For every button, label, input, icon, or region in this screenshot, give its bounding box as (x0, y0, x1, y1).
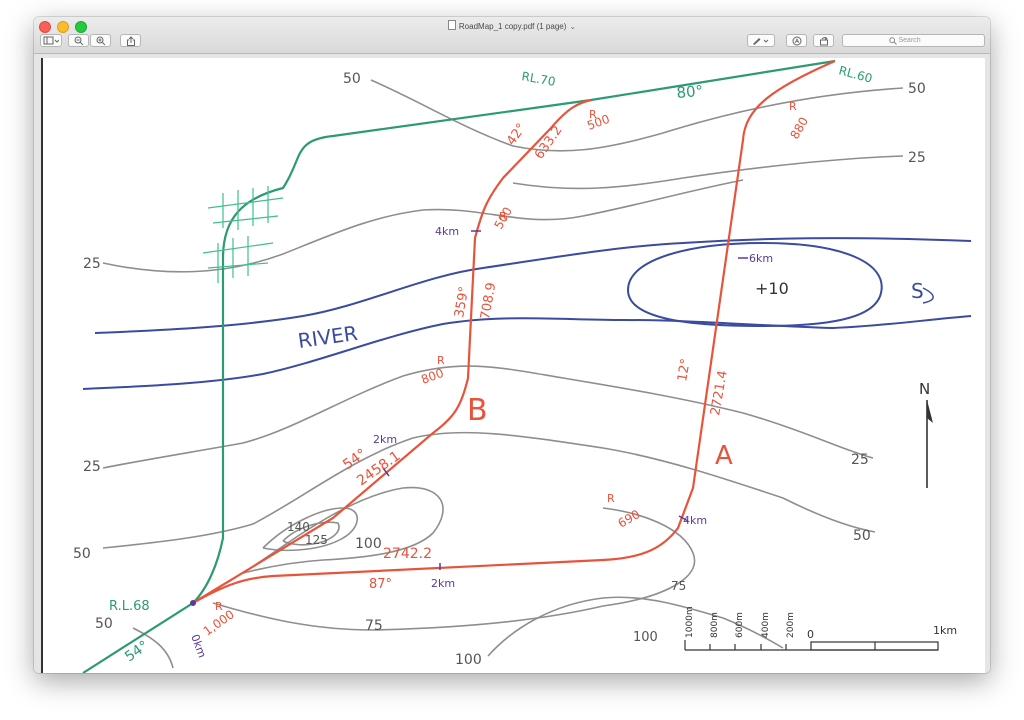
search-field[interactable] (842, 34, 985, 47)
angle-label: 87° (369, 577, 392, 592)
contour-label: 100 (455, 652, 482, 668)
scale-tick-label: 1000m (685, 606, 695, 638)
contour-label: 25 (83, 459, 101, 475)
contour-75-bottom (212, 602, 604, 631)
island-label: +10 (755, 279, 789, 298)
river (82, 237, 972, 390)
window-title[interactable]: RoadMap_1 copy.pdf (1 page) ⌄ (34, 20, 990, 31)
radius-label: 500 (491, 205, 515, 232)
start-point (190, 600, 196, 606)
scale-end-label: 1km (933, 624, 957, 637)
share-button[interactable] (120, 34, 141, 47)
radius-label: R (607, 492, 615, 505)
contour-label: 50 (343, 71, 361, 87)
reduced-level-label: RL.70 (520, 69, 556, 89)
km-label: 4km (435, 225, 459, 238)
pdf-page: N 50 50 25 25 25 25 50 50 50 140 125 100… (41, 58, 985, 673)
contour-25-left (102, 179, 744, 273)
river-label: RIVER (296, 321, 359, 353)
contour-label: 25 (908, 150, 926, 166)
contour-label: 25 (83, 256, 101, 272)
contour-label: 100 (355, 536, 382, 552)
contour-label: 75 (365, 618, 383, 634)
angle-label: 359° (452, 285, 472, 318)
contour-label: 125 (305, 533, 328, 547)
contour-25-mid (102, 365, 874, 469)
contour-label: 25 (851, 452, 869, 468)
km-label: 4km (683, 514, 707, 527)
sidebar-icon (43, 36, 59, 45)
rotate-icon (819, 36, 828, 45)
length-label: 708.9 (478, 281, 499, 320)
contour-label: 50 (73, 546, 91, 562)
contour-label: 50 (908, 81, 926, 97)
radius-label: 800 (419, 366, 445, 387)
search-icon (888, 36, 897, 45)
road-map-drawing: N 50 50 25 25 25 25 50 50 50 140 125 100… (73, 59, 972, 673)
contour-label: 50 (853, 528, 871, 544)
contour-label: 75 (671, 579, 686, 593)
scale-tick-label: 200m (786, 612, 796, 638)
markup-button[interactable] (747, 34, 775, 47)
contour-label: 100 (633, 630, 658, 645)
document-view[interactable]: N 50 50 25 25 25 25 50 50 50 140 125 100… (34, 54, 990, 673)
reduced-level-label: RL.60 (837, 63, 874, 85)
km-label: 6km (749, 252, 773, 265)
km-label: 2km (373, 433, 397, 446)
window-title-text: RoadMap_1 copy.pdf (1 page) (458, 22, 567, 31)
flow-direction-label: S (911, 279, 924, 303)
contour-50-top (370, 79, 904, 152)
scale-zero-label: 0 (807, 628, 814, 641)
annotate-button[interactable] (786, 34, 807, 47)
angle-label: 54° (122, 638, 152, 665)
radius-label: R (789, 100, 797, 113)
contour-label: 140 (287, 520, 310, 534)
contour-25-top (512, 155, 904, 190)
zoom-in-button[interactable] (90, 34, 111, 47)
scale-tick-label: 800m (710, 612, 720, 638)
flow-arrow (922, 287, 934, 304)
pdf-document-icon (447, 20, 456, 30)
zoom-out-button[interactable] (68, 34, 89, 47)
zoom-in-icon (96, 36, 105, 45)
search-input[interactable] (898, 37, 939, 44)
length-label: 2742.2 (383, 546, 432, 562)
title-bar: RoadMap_1 copy.pdf (1 page) ⌄ (34, 17, 990, 54)
route-label-b: B (467, 393, 488, 428)
route-label-a: A (715, 441, 733, 471)
radius-label: R (437, 354, 445, 367)
preview-window: RoadMap_1 copy.pdf (1 page) ⌄ Search N 5… (34, 17, 990, 673)
reduced-level-label: R.L.68 (109, 599, 150, 614)
contour-label: 50 (95, 616, 113, 632)
km-label: 0km (188, 633, 208, 660)
scale-tick-label: 400m (761, 612, 771, 638)
north-arrow: N (919, 380, 933, 488)
tree-symbols (202, 186, 284, 283)
north-label: N (919, 380, 930, 398)
pen-icon (753, 38, 769, 45)
scale-bar (684, 640, 939, 651)
angle-label: 12° (675, 357, 694, 382)
contour-50-mid (102, 431, 876, 549)
route-b-line (192, 98, 592, 604)
annotate-icon (792, 36, 801, 45)
share-icon (126, 35, 135, 46)
sidebar-toggle-button[interactable] (40, 34, 62, 47)
chevron-down-icon: ⌄ (569, 22, 577, 31)
radius-label: 880 (787, 115, 811, 142)
rotate-button[interactable] (813, 34, 834, 47)
angle-label: 80° (676, 82, 704, 102)
zoom-out-icon (74, 36, 83, 45)
km-label: 2km (431, 577, 455, 590)
scale-tick-label: 600m (735, 612, 745, 638)
